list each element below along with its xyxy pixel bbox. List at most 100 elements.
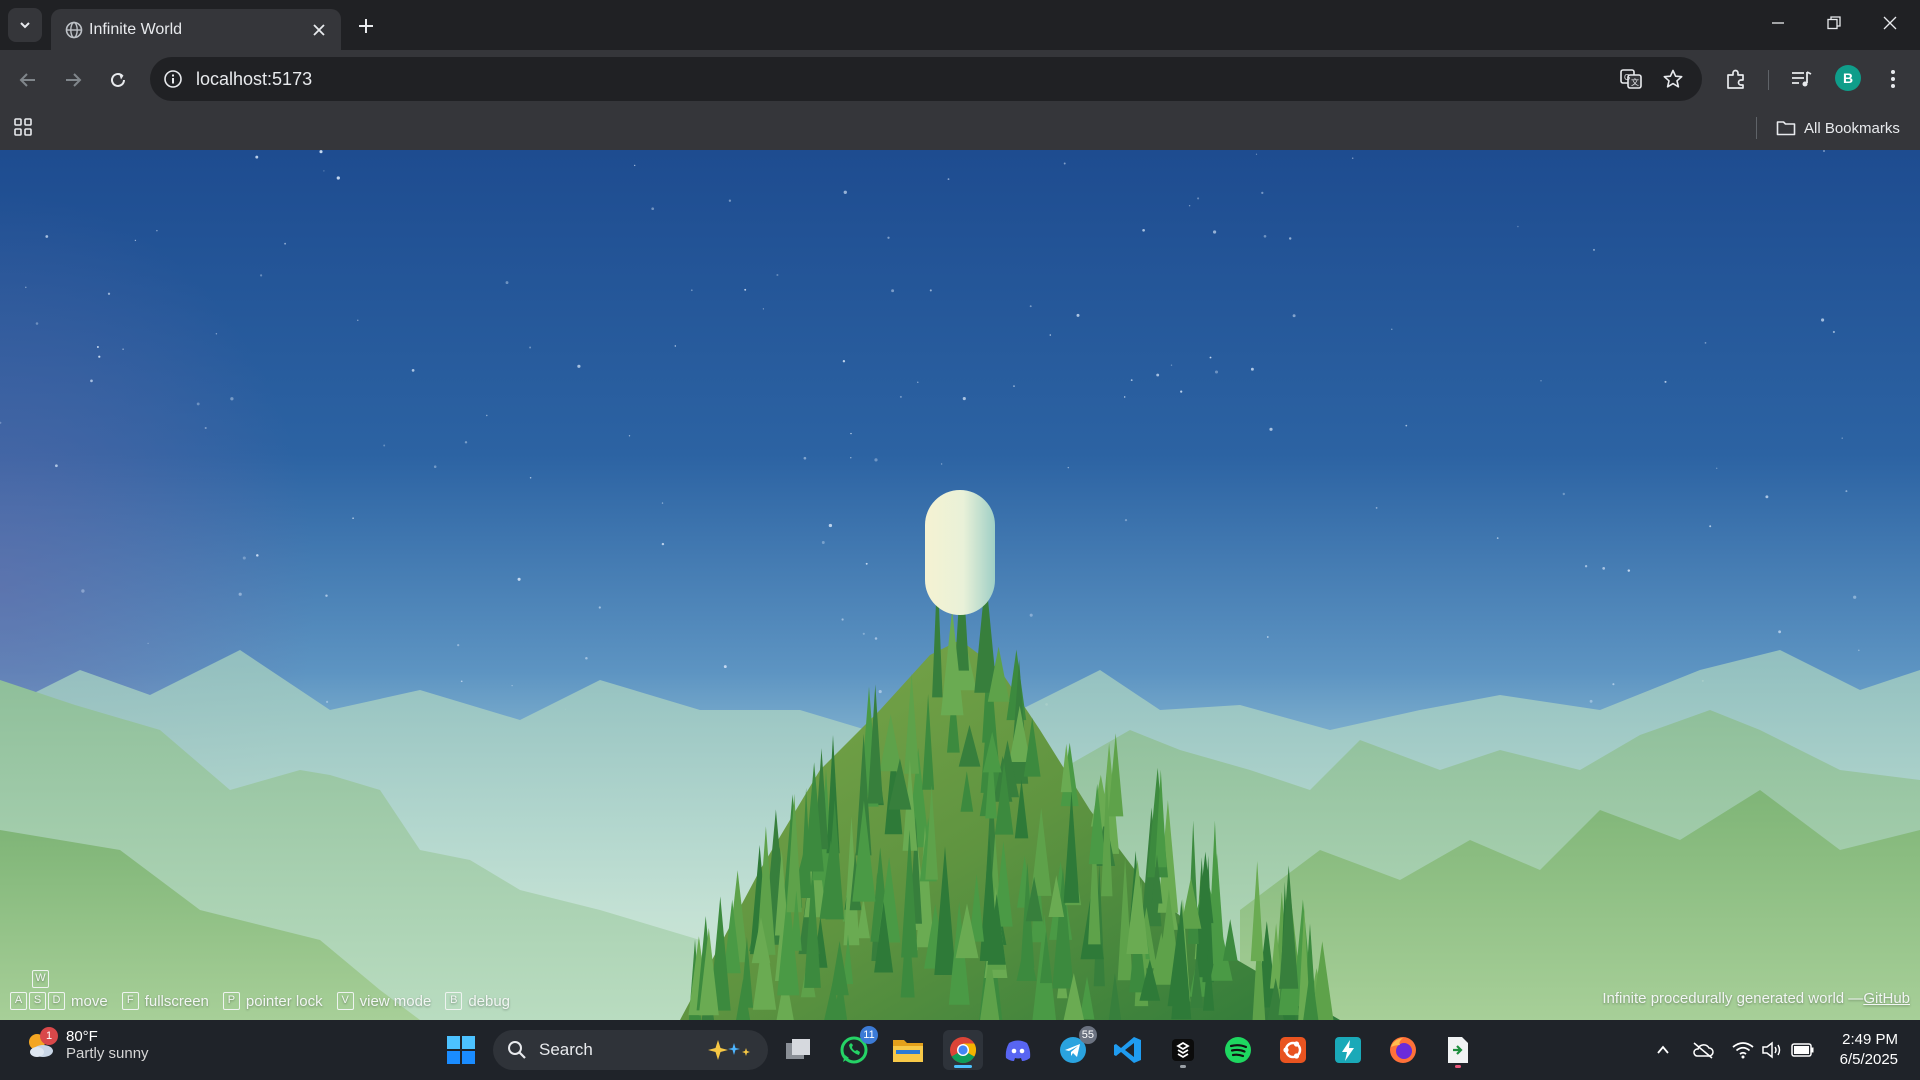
pointer-lock-label: pointer lock bbox=[245, 992, 323, 1010]
restore-button[interactable] bbox=[1806, 0, 1862, 46]
volume-status[interactable] bbox=[1760, 1038, 1784, 1062]
chevron-up-icon bbox=[1657, 1045, 1669, 1054]
star bbox=[874, 458, 878, 462]
wifi-status[interactable] bbox=[1731, 1038, 1755, 1062]
star bbox=[940, 463, 943, 465]
star bbox=[1261, 191, 1264, 195]
star bbox=[1602, 567, 1606, 570]
apps-grid-icon[interactable] bbox=[13, 116, 35, 138]
star bbox=[1823, 150, 1825, 152]
spotify-app[interactable] bbox=[1218, 1030, 1258, 1070]
github-link[interactable]: GitHub bbox=[1863, 990, 1910, 1007]
info-icon[interactable] bbox=[163, 69, 183, 89]
tab-close-button[interactable] bbox=[309, 20, 329, 40]
key-a: A bbox=[10, 992, 27, 1010]
url-text[interactable]: localhost:5173 bbox=[196, 69, 312, 90]
chrome-menu-button[interactable] bbox=[1880, 66, 1906, 92]
star bbox=[1821, 318, 1825, 322]
toolbar-divider bbox=[1768, 70, 1769, 90]
game-viewport[interactable]: W A S D move F fullscreen P pointer lock… bbox=[0, 150, 1920, 1020]
key-b: B bbox=[445, 992, 463, 1010]
app-running-indicator bbox=[1180, 1065, 1186, 1068]
star bbox=[411, 369, 415, 372]
address-bar[interactable]: localhost:5173 G文 bbox=[150, 57, 1702, 101]
star bbox=[433, 465, 437, 468]
star bbox=[1049, 334, 1052, 336]
star bbox=[887, 236, 890, 239]
translate-button[interactable]: G文 bbox=[1620, 68, 1642, 90]
weather-widget[interactable]: 1 80°F Partly sunny bbox=[24, 1027, 149, 1062]
star bbox=[1250, 367, 1254, 371]
star bbox=[1375, 507, 1378, 509]
ubuntu-app[interactable] bbox=[1273, 1030, 1313, 1070]
media-icon bbox=[1792, 71, 1812, 87]
star bbox=[651, 207, 655, 211]
star bbox=[1765, 495, 1769, 499]
forward-icon bbox=[66, 73, 82, 87]
star bbox=[529, 346, 532, 349]
bookmark-star-button[interactable] bbox=[1662, 68, 1684, 90]
star bbox=[661, 542, 665, 546]
star bbox=[529, 477, 532, 479]
star bbox=[90, 379, 93, 383]
system-clock[interactable]: 2:49 PM 6/5/2025 bbox=[1826, 1030, 1898, 1070]
star bbox=[107, 292, 111, 295]
star bbox=[723, 665, 727, 669]
file-app[interactable] bbox=[1438, 1030, 1478, 1070]
star bbox=[511, 684, 513, 687]
window-close-button[interactable] bbox=[1862, 0, 1918, 46]
star bbox=[690, 289, 693, 292]
forward-button[interactable] bbox=[57, 64, 89, 96]
show-hidden-icons[interactable] bbox=[1651, 1038, 1675, 1062]
onedrive-status[interactable] bbox=[1691, 1038, 1715, 1062]
discord-app[interactable] bbox=[998, 1030, 1038, 1070]
star bbox=[35, 322, 39, 325]
star bbox=[122, 348, 124, 351]
battery-status[interactable] bbox=[1791, 1038, 1815, 1062]
star bbox=[1540, 380, 1542, 382]
minimize-button[interactable] bbox=[1750, 0, 1806, 46]
key-w: W bbox=[32, 970, 49, 988]
star bbox=[1612, 683, 1615, 686]
star bbox=[962, 397, 966, 401]
taskbar-search[interactable]: Search bbox=[493, 1030, 768, 1070]
task-view-button[interactable] bbox=[778, 1030, 818, 1070]
star bbox=[1405, 424, 1408, 427]
extensions-button[interactable] bbox=[1723, 66, 1749, 92]
star bbox=[1593, 248, 1595, 251]
back-button[interactable] bbox=[12, 64, 44, 96]
new-tab-button[interactable] bbox=[352, 12, 380, 40]
firefox-app[interactable] bbox=[1383, 1030, 1423, 1070]
app-launcher[interactable] bbox=[1163, 1030, 1203, 1070]
weather-icon-wrap: 1 bbox=[24, 1027, 58, 1061]
media-controls-button[interactable] bbox=[1788, 66, 1814, 92]
star bbox=[1351, 157, 1354, 159]
whatsapp-app[interactable]: 11 bbox=[834, 1026, 878, 1070]
telegram-app[interactable]: 55 bbox=[1053, 1026, 1097, 1070]
key-f: F bbox=[121, 992, 139, 1010]
bolt-app[interactable] bbox=[1328, 1030, 1368, 1070]
chrome-icon bbox=[950, 1037, 977, 1064]
chrome-app[interactable] bbox=[943, 1030, 983, 1070]
chrome-active-indicator bbox=[954, 1065, 972, 1068]
kebab-menu-icon bbox=[1891, 70, 1895, 88]
profile-avatar[interactable]: B bbox=[1835, 65, 1861, 91]
all-bookmarks-button[interactable]: All Bookmarks bbox=[1776, 116, 1900, 140]
bookmarks-bar: All Bookmarks bbox=[0, 108, 1920, 150]
vscode-app[interactable] bbox=[1108, 1030, 1148, 1070]
star bbox=[728, 199, 732, 202]
file-explorer-app[interactable] bbox=[888, 1030, 928, 1070]
start-button[interactable] bbox=[441, 1030, 481, 1070]
app-icon bbox=[1172, 1039, 1194, 1061]
folder-icon bbox=[1776, 121, 1796, 136]
star bbox=[1029, 305, 1032, 308]
star-icon bbox=[1663, 69, 1683, 88]
weather-badge: 1 bbox=[40, 1027, 58, 1045]
star bbox=[156, 229, 158, 232]
star bbox=[917, 381, 919, 383]
tab-infinite-world[interactable]: Infinite World bbox=[51, 9, 341, 50]
reload-button[interactable] bbox=[102, 64, 134, 96]
star bbox=[260, 274, 263, 277]
star bbox=[1584, 565, 1588, 568]
tab-search-button[interactable] bbox=[8, 8, 42, 42]
